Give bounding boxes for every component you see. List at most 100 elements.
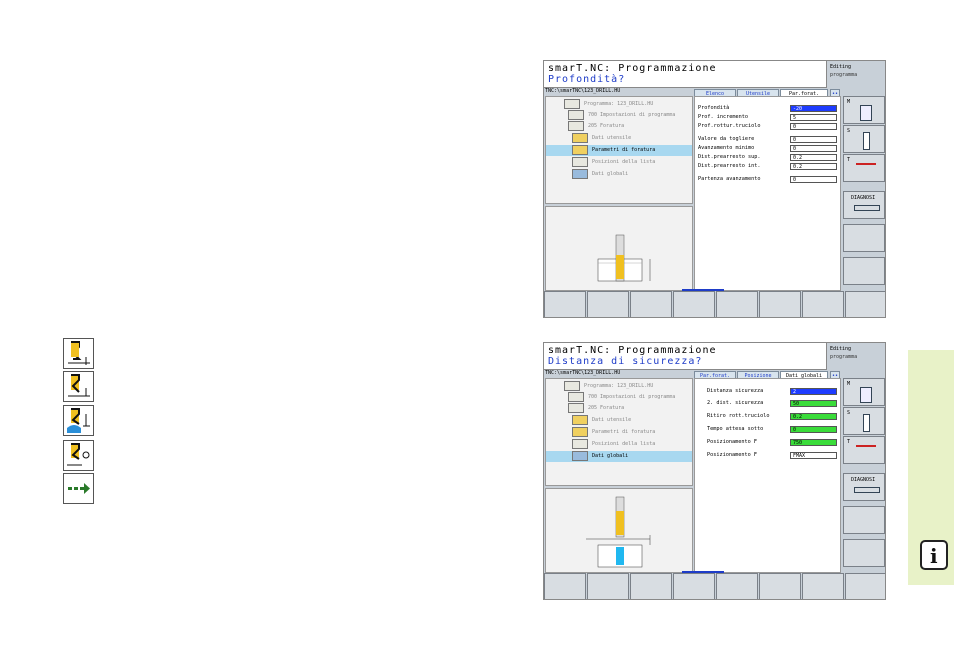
softkey-diagnosi[interactable]: DIAGNOSI <box>843 191 885 219</box>
field-input[interactable]: 0 <box>790 426 837 433</box>
prompt-text: Profondità? <box>548 74 626 85</box>
drill-preview <box>545 488 693 573</box>
info-sidebar: i <box>908 350 954 585</box>
field-label: Prof.rottur.truciolo <box>698 123 761 129</box>
softkey-s[interactable]: S <box>843 125 885 153</box>
drill-chip-icon <box>63 440 94 471</box>
drill-depth-alt-icon <box>63 371 94 402</box>
field-label: Avanzamento minimo <box>698 145 755 151</box>
field-label: Ritiro rott.truciolo <box>707 413 770 419</box>
field-input[interactable]: 0 <box>790 136 837 143</box>
softkey-diagnosi[interactable]: DIAGNOSI <box>843 473 885 501</box>
app-title: smarT.NC: Programmazione <box>548 63 717 74</box>
tree-node-selected[interactable]: Parametri di foratura <box>546 145 692 156</box>
softkey-h[interactable] <box>802 291 844 317</box>
softkey-t[interactable]: T <box>843 154 885 182</box>
drill-safety-icon <box>63 405 94 436</box>
mode-box: Editing programma <box>827 343 885 369</box>
field-label: Distanza sicurezza <box>707 388 764 394</box>
tree-node[interactable]: Programma: 123_DRILL.HU <box>548 381 692 392</box>
field-input[interactable]: -20 <box>790 105 837 112</box>
file-path: TNC:\smarTNC\123_DRILL.HU <box>545 88 621 94</box>
tree-node[interactable]: 700 Impostazioni di programma <box>548 110 692 121</box>
tree-node[interactable]: Programma: 123_DRILL.HU <box>548 99 692 110</box>
tree-node[interactable]: Parametri di foratura <box>548 427 692 438</box>
title-bar: smarT.NC: Programmazione Profondità? <box>544 61 827 88</box>
tree-node[interactable]: 205 Foratura <box>548 403 692 414</box>
field-input[interactable]: 5 <box>790 114 837 121</box>
title-bar: smarT.NC: Programmazione Distanza di sic… <box>544 343 827 370</box>
file-path: TNC:\smarTNC\123_DRILL.HU <box>545 370 621 376</box>
tree-node-selected[interactable]: Dati globali <box>546 451 692 462</box>
field-input[interactable]: 0.2 <box>790 413 837 420</box>
softkey-h[interactable] <box>544 291 586 317</box>
softkey-h[interactable] <box>759 291 801 317</box>
field-input[interactable]: 0.2 <box>790 154 837 161</box>
screen-safety: smarT.NC: Programmazione Distanza di sic… <box>543 342 886 600</box>
info-icon[interactable]: i <box>920 540 948 570</box>
field-label: 2. dist. sicurezza <box>707 400 764 406</box>
vertical-softkeys: M S T DIAGNOSI <box>842 378 885 573</box>
softkey-empty[interactable] <box>843 224 885 252</box>
tree-node[interactable]: Dati globali <box>548 169 692 180</box>
tree-node[interactable]: Dati utensile <box>548 133 692 144</box>
drill-preview <box>545 206 693 291</box>
field-input[interactable]: 0 <box>790 123 837 130</box>
softkey-h[interactable] <box>802 573 844 599</box>
prompt-text: Distanza di sicurezza? <box>548 356 703 367</box>
field-label: Tempo attesa sotto <box>707 426 764 432</box>
field-input[interactable]: 0 <box>790 145 837 152</box>
softkey-empty[interactable] <box>843 539 885 567</box>
softkey-m[interactable]: M <box>843 378 885 406</box>
field-input[interactable]: 0.2 <box>790 163 837 170</box>
softkey-h[interactable] <box>673 573 715 599</box>
softkey-s[interactable]: S <box>843 407 885 435</box>
field-input[interactable]: FMAX <box>790 452 837 459</box>
softkey-h[interactable] <box>845 573 885 599</box>
mode-box: Editing programma <box>827 61 885 87</box>
softkey-h[interactable] <box>587 573 629 599</box>
field-input[interactable]: 50 <box>790 400 837 407</box>
field-label: Dist.prearresto int. <box>698 163 761 169</box>
field-label: Dist.prearresto sup. <box>698 154 761 160</box>
parameter-form: Profondità -20 Prof. incremento 5 Prof.r… <box>694 96 841 291</box>
softkey-h[interactable] <box>630 291 672 317</box>
program-tree: Programma: 123_DRILL.HU 700 Impostazioni… <box>545 96 693 204</box>
tree-node[interactable]: Posizioni della lista <box>548 439 692 450</box>
softkey-t[interactable]: T <box>843 436 885 464</box>
softkey-h[interactable] <box>759 573 801 599</box>
softkey-h[interactable] <box>673 291 715 317</box>
field-label: Valore da togliere <box>698 136 755 142</box>
field-label: Profondità <box>698 105 730 111</box>
mode-value: programma <box>830 354 858 360</box>
field-label: Posizionamento F <box>707 439 757 445</box>
softkey-h[interactable] <box>716 573 758 599</box>
softkey-h[interactable] <box>587 291 629 317</box>
field-input[interactable]: 2 <box>790 388 837 395</box>
drill-depth-icon <box>63 338 94 369</box>
tree-node[interactable]: 205 Foratura <box>548 121 692 132</box>
softkey-h[interactable] <box>845 291 885 317</box>
app-title: smarT.NC: Programmazione <box>548 345 717 356</box>
softkey-h[interactable] <box>630 573 672 599</box>
program-tree: Programma: 123_DRILL.HU 700 Impostazioni… <box>545 378 693 486</box>
field-label: Prof. incremento <box>698 114 748 120</box>
softkey-empty[interactable] <box>843 506 885 534</box>
softkey-h[interactable] <box>716 291 758 317</box>
field-label: Posizionamento F <box>707 452 757 458</box>
screen-depth: smarT.NC: Programmazione Profondità? Edi… <box>543 60 886 318</box>
tree-node[interactable]: Dati utensile <box>548 415 692 426</box>
mode-value: programma <box>830 72 858 78</box>
field-input[interactable]: 750 <box>790 439 837 446</box>
tree-node[interactable]: Posizioni della lista <box>548 157 692 168</box>
mode-label: Editing <box>830 64 852 70</box>
softkey-indicator <box>682 289 724 291</box>
softkey-empty[interactable] <box>843 257 885 285</box>
horizontal-softkeys <box>544 289 885 317</box>
mode-label: Editing <box>830 346 852 352</box>
softkey-h[interactable] <box>544 573 586 599</box>
field-input[interactable]: 0 <box>790 176 837 183</box>
vertical-softkeys: M S T DIAGNOSI <box>842 96 885 291</box>
softkey-m[interactable]: M <box>843 96 885 124</box>
tree-node[interactable]: 700 Impostazioni di programma <box>548 392 692 403</box>
